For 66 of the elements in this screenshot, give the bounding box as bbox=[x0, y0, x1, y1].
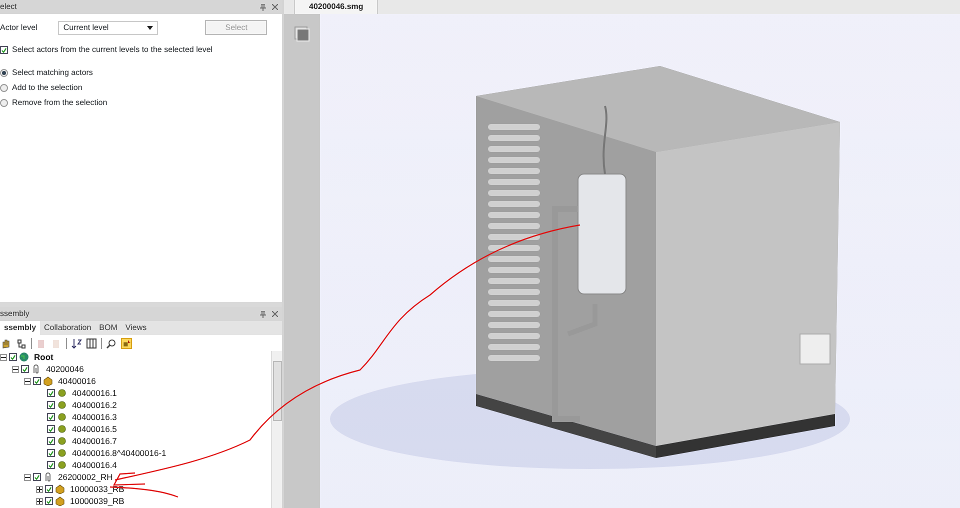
tree-item[interactable]: 40400016.4 bbox=[72, 458, 117, 472]
tree-item[interactable]: 10000039_RB bbox=[70, 494, 124, 508]
radio-button[interactable] bbox=[0, 84, 8, 92]
collapse-icon[interactable] bbox=[24, 378, 31, 384]
tree-item[interactable]: 40400016 bbox=[58, 374, 96, 388]
checkbox[interactable] bbox=[45, 497, 53, 505]
checkbox[interactable] bbox=[47, 401, 55, 409]
checkbox[interactable] bbox=[47, 413, 55, 421]
panel-tab[interactable]: Collaboration bbox=[40, 321, 96, 335]
field-label: Actor level bbox=[0, 22, 38, 34]
radio-label: Add to the selection bbox=[12, 82, 82, 94]
scrollbar[interactable] bbox=[271, 351, 282, 508]
checkbox[interactable] bbox=[47, 449, 55, 457]
clip-icon bbox=[31, 364, 41, 374]
caret-icon bbox=[147, 26, 154, 30]
hand-icon[interactable] bbox=[1, 338, 12, 348]
checkbox[interactable] bbox=[47, 437, 55, 445]
tree-item[interactable]: 40400016.5 bbox=[72, 422, 117, 436]
checkbox[interactable] bbox=[45, 485, 53, 493]
layers-icon[interactable] bbox=[294, 26, 310, 42]
panel-title: ssembly bbox=[0, 308, 30, 320]
checkbox[interactable] bbox=[21, 365, 29, 373]
close-icon[interactable] bbox=[272, 4, 278, 10]
panel-tab[interactable]: Views bbox=[121, 321, 151, 335]
parts-icon bbox=[43, 376, 53, 386]
tree-item[interactable]: Root bbox=[34, 350, 54, 364]
tree-item[interactable]: 10000033_RB bbox=[70, 482, 124, 496]
radio-button[interactable] bbox=[0, 99, 8, 107]
checkbox[interactable] bbox=[33, 377, 41, 385]
pin-icon[interactable] bbox=[260, 310, 266, 318]
checkbox[interactable] bbox=[47, 389, 55, 397]
checkbox[interactable] bbox=[47, 461, 55, 469]
document-tab[interactable]: 40200046.smg bbox=[294, 0, 378, 14]
pin-icon[interactable] bbox=[260, 4, 266, 10]
columns-icon[interactable] bbox=[86, 338, 97, 348]
checkbox[interactable] bbox=[47, 425, 55, 433]
close-icon[interactable] bbox=[272, 311, 278, 317]
tree-item[interactable]: 40200046 bbox=[46, 362, 84, 376]
panel-tab[interactable]: BOM bbox=[95, 321, 122, 335]
collapse-icon[interactable] bbox=[12, 366, 19, 372]
radio-label: Remove from the selection bbox=[12, 97, 108, 109]
search-icon[interactable] bbox=[106, 338, 117, 348]
tree-item[interactable]: 26200002_RH bbox=[58, 470, 113, 484]
checkbox[interactable] bbox=[0, 46, 8, 54]
tree-item[interactable]: 40400016.8^40400016-1 bbox=[72, 446, 166, 460]
checkbox[interactable] bbox=[33, 473, 41, 481]
tree-item[interactable]: 40400016.3 bbox=[72, 410, 117, 424]
collapse-icon[interactable] bbox=[24, 474, 31, 480]
tree-item[interactable]: 40400016.2 bbox=[72, 398, 117, 412]
actor-level-dropdown[interactable]: Current level bbox=[58, 20, 158, 34]
expand-icon[interactable] bbox=[36, 498, 43, 504]
tree-icon[interactable] bbox=[16, 338, 27, 348]
panel-tab[interactable]: ssembly bbox=[0, 321, 40, 335]
clip-icon bbox=[43, 472, 53, 482]
expand-icon[interactable] bbox=[36, 486, 43, 492]
radio-button[interactable] bbox=[0, 69, 8, 77]
radio-label: Select matching actors bbox=[12, 67, 93, 79]
globe-icon bbox=[19, 352, 29, 362]
tree-item[interactable]: 40400016.7 bbox=[72, 434, 117, 448]
tree-item[interactable]: 40400016.1 bbox=[72, 386, 117, 400]
sort-icon[interactable] bbox=[71, 338, 82, 348]
highlight-icon[interactable] bbox=[121, 338, 132, 348]
collapse-icon[interactable] bbox=[0, 354, 7, 360]
checkbox-label: Select actors from the current levels to the selected level bbox=[12, 44, 213, 56]
panel-title: elect bbox=[0, 1, 17, 13]
checkbox[interactable] bbox=[9, 353, 17, 361]
